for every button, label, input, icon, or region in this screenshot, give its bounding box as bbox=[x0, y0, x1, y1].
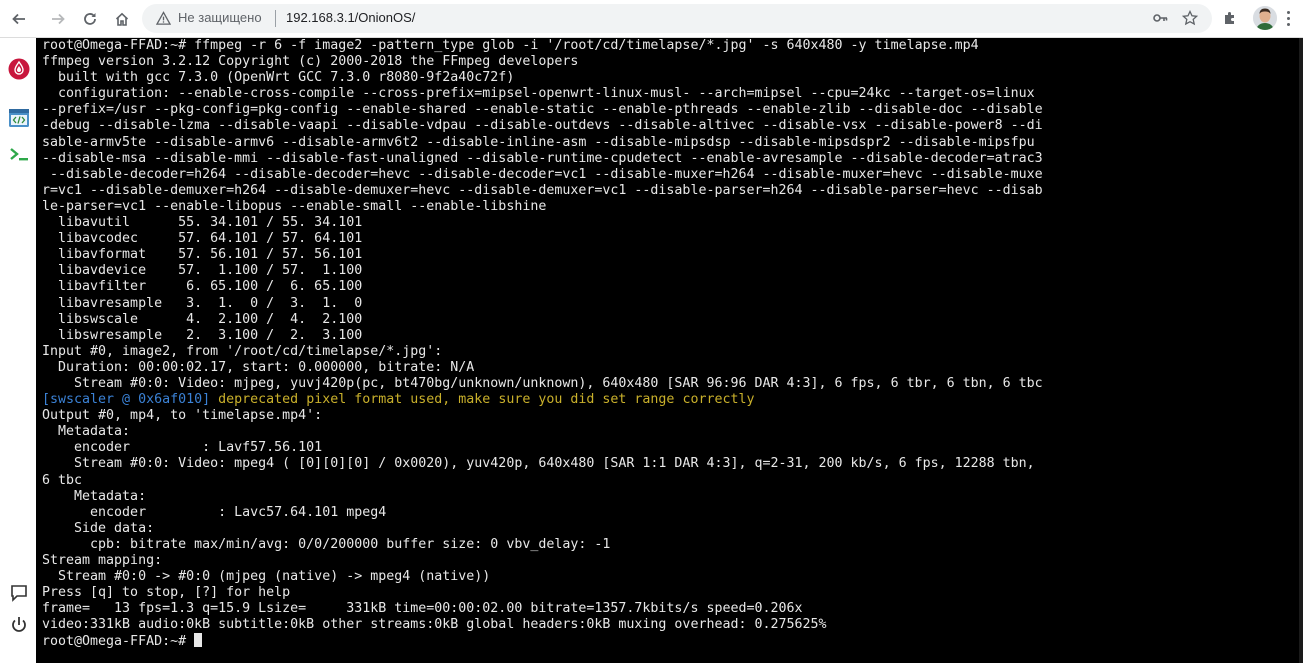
terminal-line: video:331kB audio:0kB subtitle:0kB other… bbox=[42, 617, 827, 633]
terminal-line: 6 tbc bbox=[42, 472, 83, 488]
reload-icon bbox=[84, 13, 96, 25]
reload-button[interactable] bbox=[77, 6, 103, 32]
terminal-line: Side data: bbox=[42, 520, 155, 536]
terminal-line: libavcodec 57. 64.101 / 57. 64.101 bbox=[42, 231, 363, 247]
sidebar bbox=[0, 38, 36, 663]
terminal-line: --disable-decoder=h264 --disable-decoder… bbox=[42, 166, 1043, 182]
terminal-line: libswscale 4. 2.100 / 4. 2.100 bbox=[42, 311, 363, 327]
terminal-line: Stream #0:0 -> #0:0 (mjpeg (native) -> m… bbox=[42, 569, 491, 585]
terminal-line: libavformat 57. 56.101 / 57. 56.101 bbox=[42, 247, 363, 263]
back-button[interactable] bbox=[6, 6, 32, 32]
terminal-line: libavutil 55. 34.101 / 55. 34.101 bbox=[42, 215, 363, 231]
terminal-line: -debug --disable-lzma --disable-vaapi --… bbox=[42, 118, 1043, 134]
code-editor-icon[interactable] bbox=[8, 107, 30, 129]
terminal-line: sable-armv5te --disable-armv6 --disable-… bbox=[42, 134, 1035, 150]
power-icon[interactable] bbox=[8, 614, 30, 636]
terminal-line: libavfilter 6. 65.100 / 6. 65.100 bbox=[42, 279, 363, 295]
address-bar[interactable]: Не защищено 192.168.3.1/OnionOS/ bbox=[142, 4, 1212, 33]
terminal-line: cpb: bitrate max/min/avg: 0/0/200000 buf… bbox=[42, 536, 611, 552]
warning-message: deprecated pixel format used, make sure … bbox=[210, 392, 755, 408]
terminal-line: libavresample 3. 1. 0 / 3. 1. 0 bbox=[42, 295, 363, 311]
terminal-line: encoder : Lavc57.64.101 mpeg4 bbox=[42, 504, 387, 520]
extensions-icon[interactable] bbox=[1222, 10, 1240, 28]
terminal-line: --prefix=/usr --pkg-config=pkg-config --… bbox=[42, 102, 1043, 118]
terminal-line: frame= 13 fps=1.3 q=15.9 Lsize= 331kB ti… bbox=[42, 601, 803, 617]
terminal-line: ffmpeg version 3.2.12 Copyright (c) 2000… bbox=[42, 54, 579, 70]
home-icon bbox=[115, 12, 129, 26]
home-button[interactable] bbox=[109, 6, 135, 32]
star-icon[interactable] bbox=[1181, 9, 1200, 28]
swscaler-tag: [swscaler @ 0x6af010] bbox=[42, 392, 211, 408]
terminal-cursor bbox=[194, 633, 203, 648]
terminal-line: Stream #0:0: Video: mjpeg, yuvj420p(pc, … bbox=[42, 375, 1043, 391]
terminal-line: Stream #0:0: Video: mpeg4 ( [0][0][0] / … bbox=[42, 456, 1035, 472]
terminal-line: libavdevice 57. 1.100 / 57. 1.100 bbox=[42, 263, 363, 279]
terminal-line: r=vc1 --disable-demuxer=h264 --disable-d… bbox=[42, 182, 1043, 198]
terminal-line: root@Omega-FFAD:~# ffmpeg -r 6 -f image2… bbox=[42, 38, 979, 53]
terminal-line: root@Omega-FFAD:~# bbox=[42, 633, 1043, 649]
terminal-line: Metadata: bbox=[42, 488, 147, 504]
terminal-line: [swscaler @ 0x6af010] deprecated pixel f… bbox=[42, 392, 1043, 408]
terminal-line: Metadata: bbox=[42, 424, 131, 440]
arrow-right-icon bbox=[52, 13, 65, 25]
terminal-scrollbar[interactable] bbox=[1299, 38, 1303, 663]
security-status[interactable]: Не защищено bbox=[178, 10, 262, 25]
warning-icon[interactable] bbox=[155, 11, 172, 26]
menu-icon[interactable] bbox=[1286, 9, 1292, 29]
terminal-icon[interactable] bbox=[8, 143, 30, 165]
key-icon[interactable] bbox=[1152, 10, 1170, 28]
avatar[interactable] bbox=[1253, 6, 1277, 30]
terminal-line: Duration: 00:00:02.17, start: 0.000000, … bbox=[42, 359, 475, 375]
shell-prompt: root@Omega-FFAD:~# bbox=[42, 634, 195, 650]
terminal-line: configuration: --enable-cross-compile --… bbox=[42, 86, 1035, 102]
address-divider bbox=[275, 10, 276, 27]
browser-toolbar: Не защищено 192.168.3.1/OnionOS/ bbox=[0, 0, 1303, 38]
terminal-output: root@Omega-FFAD:~# ffmpeg -r 6 -f image2… bbox=[42, 38, 1043, 650]
terminal-line: Stream mapping: bbox=[42, 553, 163, 568]
url-text[interactable]: 192.168.3.1/OnionOS/ bbox=[286, 10, 415, 25]
terminal-line: --disable-msa --disable-mmi --disable-fa… bbox=[42, 150, 1043, 166]
forward-button[interactable] bbox=[45, 6, 71, 32]
terminal-line: Input #0, image2, from '/root/cd/timelap… bbox=[42, 343, 443, 359]
terminal-line: le-parser=vc1 --enable-libopus --enable-… bbox=[42, 198, 547, 214]
chat-icon[interactable] bbox=[8, 582, 30, 604]
terminal-line: Output #0, mp4, to 'timelapse.mp4': bbox=[42, 408, 323, 424]
arrow-left-icon bbox=[12, 13, 25, 25]
terminal-line: encoder : Lavf57.56.101 bbox=[42, 440, 323, 456]
terminal-line: built with gcc 7.3.0 (OpenWrt GCC 7.3.0 … bbox=[42, 70, 515, 86]
terminal-line: Press [q] to stop, [?] for help bbox=[42, 585, 291, 601]
terminal-window[interactable]: root@Omega-FFAD:~# ffmpeg -r 6 -f image2… bbox=[36, 38, 1303, 663]
terminal-line: libswresample 2. 3.100 / 2. 3.100 bbox=[42, 327, 363, 343]
onion-logo-icon[interactable] bbox=[8, 58, 30, 80]
